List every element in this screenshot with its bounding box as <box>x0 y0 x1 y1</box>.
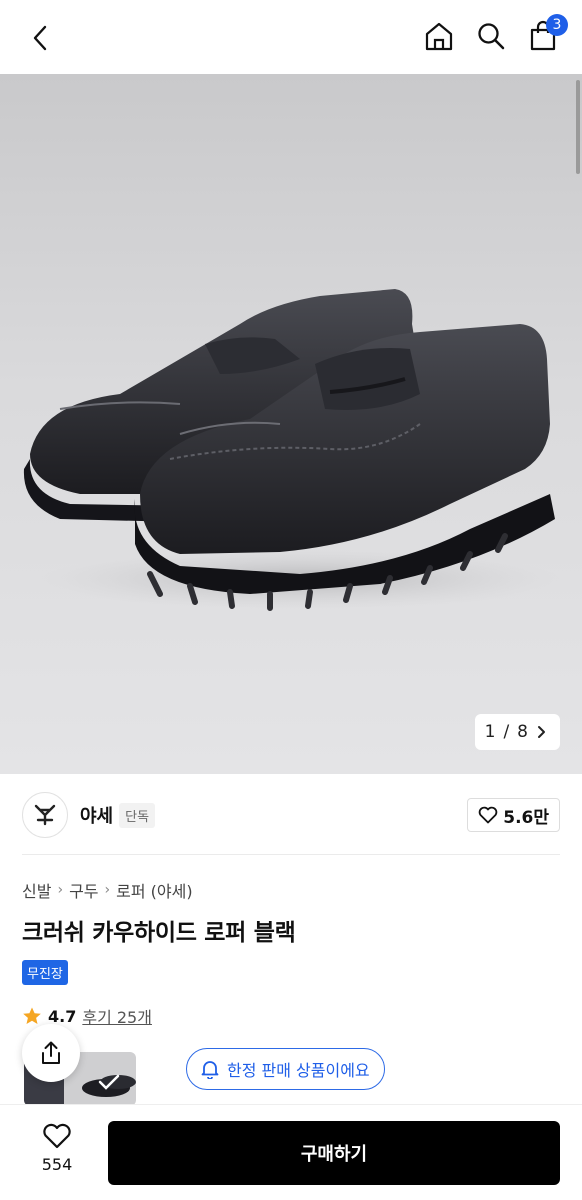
heart-icon <box>478 806 498 824</box>
share-icon <box>42 1041 60 1064</box>
breadcrumb-separator-icon: › <box>57 882 64 898</box>
product-badge: 무진장 <box>22 960 68 985</box>
product-image <box>23 289 560 611</box>
seller-row: 야세 단독 5.6만 <box>22 790 560 840</box>
back-button[interactable] <box>22 20 58 56</box>
heart-icon <box>43 1123 71 1149</box>
breadcrumb-item[interactable]: 로퍼 (야세) <box>116 878 192 902</box>
cart-count-badge: 3 <box>546 14 568 36</box>
chevron-left-icon <box>33 25 47 51</box>
home-button[interactable] <box>422 16 456 56</box>
search-button[interactable] <box>474 16 508 56</box>
limited-sale-text: 한정 판매 상품이에요 <box>227 1061 370 1080</box>
wishlist-button[interactable]: 554 <box>22 1123 92 1174</box>
breadcrumb: 신발 › 구두 › 로퍼 (야세) <box>22 878 193 902</box>
gallery-current: 1 <box>484 722 496 742</box>
breadcrumb-item[interactable]: 신발 <box>22 878 51 902</box>
brand-logo-icon <box>34 804 56 826</box>
bottom-action-bar: 554 구매하기 <box>0 1104 582 1200</box>
buy-button[interactable]: 구매하기 <box>108 1121 560 1185</box>
breadcrumb-separator-icon: › <box>104 882 111 898</box>
cart-button[interactable]: 3 <box>526 14 568 56</box>
gallery-total: 8 <box>517 722 528 742</box>
limited-sale-notice[interactable]: 한정 판매 상품이에요 <box>186 1048 385 1090</box>
rating-score: 4.7 <box>48 1006 77 1026</box>
gallery-separator: / <box>503 722 510 742</box>
bell-icon <box>201 1061 219 1079</box>
search-icon <box>478 23 505 50</box>
top-bar: 3 <box>0 0 582 74</box>
reviews-link[interactable]: 후기 25개 <box>82 1004 152 1028</box>
product-title: 크러쉬 카우하이드 로퍼 블랙 <box>22 920 296 946</box>
scrollbar[interactable] <box>576 80 580 174</box>
breadcrumb-item[interactable]: 구두 <box>69 878 98 902</box>
home-icon <box>425 22 453 51</box>
brand-like-count: 5.6만 <box>503 807 549 828</box>
star-icon <box>23 1007 41 1024</box>
wishlist-count: 554 <box>41 1155 73 1174</box>
product-page: 3 1 / 8 야세 단독 5.6만 신발 › 구두 › 로퍼 (야세) 크러쉬… <box>0 0 582 1200</box>
gallery-counter[interactable]: 1 / 8 <box>474 714 560 750</box>
chevron-right-icon <box>538 726 545 738</box>
seller-name[interactable]: 야세 <box>80 802 113 828</box>
exclusive-tag: 단독 <box>119 802 156 828</box>
product-image-gallery[interactable]: 1 / 8 <box>0 74 582 774</box>
share-button[interactable] <box>22 1024 80 1082</box>
brand-like-button[interactable]: 5.6만 <box>467 798 560 832</box>
seller-logo[interactable] <box>22 792 68 838</box>
divider <box>22 854 560 855</box>
